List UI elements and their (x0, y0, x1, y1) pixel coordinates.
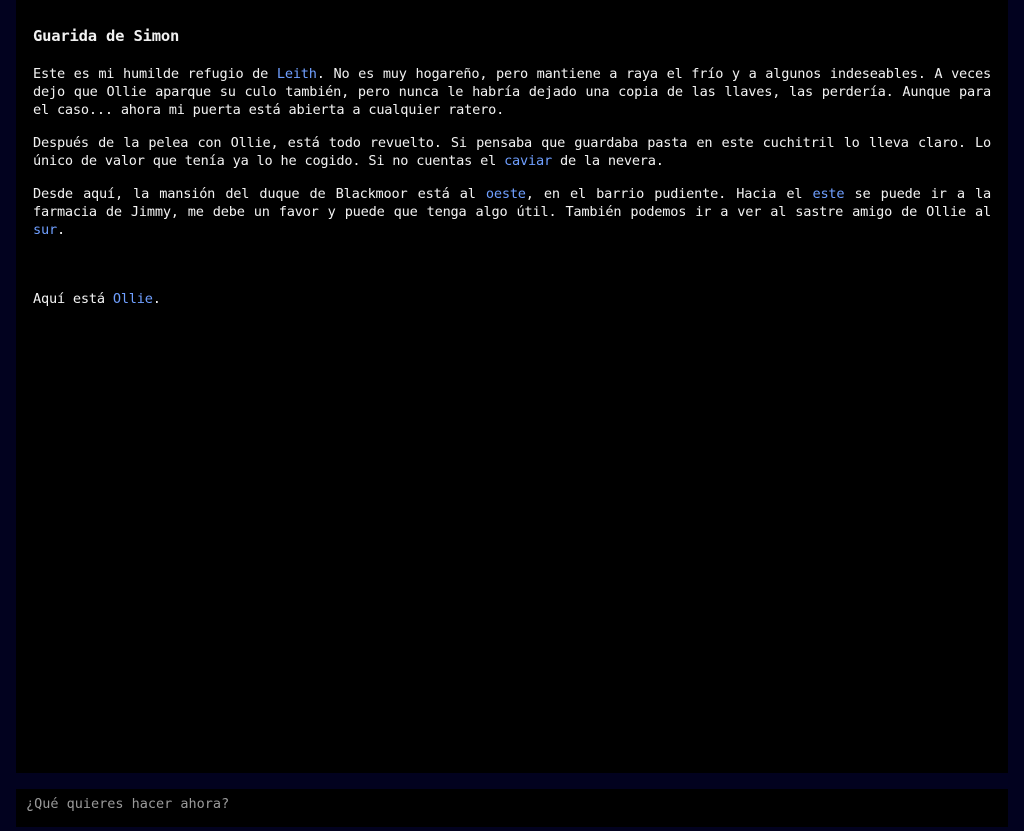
description-text: , en el barrio pudiente. Hacia el (525, 186, 813, 202)
story-content: Guarida de Simon Este es mi humilde refu… (33, 26, 991, 323)
description-text: Este es mi humilde refugio de (33, 66, 277, 82)
room-title: Guarida de Simon (33, 27, 180, 45)
presence-text: Aquí está (33, 291, 113, 307)
link-caviar[interactable]: caviar (504, 153, 552, 169)
link-sur[interactable]: sur (33, 222, 57, 238)
room-description-3: Desde aquí, la mansión del duque de Blac… (33, 185, 991, 239)
room-presence: Aquí está Ollie. (33, 290, 991, 308)
story-panel: Guarida de Simon Este es mi humilde refu… (16, 0, 1008, 773)
description-text: Desde aquí, la mansión del duque de Blac… (33, 186, 486, 202)
link-oeste[interactable]: oeste (486, 186, 526, 202)
description-text: de la nevera. (551, 153, 664, 169)
link-este[interactable]: este (812, 186, 844, 202)
command-bar (16, 789, 1008, 827)
room-description-1: Este es mi humilde refugio de Leith. No … (33, 65, 991, 119)
command-input[interactable] (16, 789, 1008, 819)
description-text: . (56, 222, 65, 238)
presence-end: . (152, 291, 161, 307)
link-ollie[interactable]: Ollie (113, 291, 153, 307)
link-leith[interactable]: Leith (277, 66, 317, 82)
room-description-2: Después de la pelea con Ollie, está todo… (33, 134, 991, 170)
